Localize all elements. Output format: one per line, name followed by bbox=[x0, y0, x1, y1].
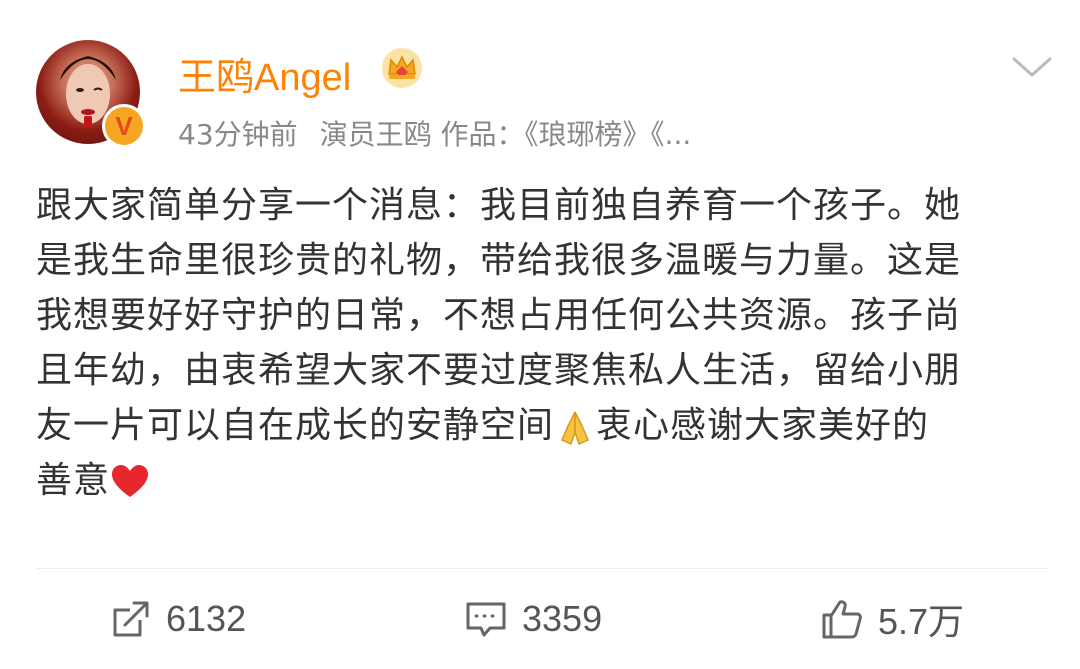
comment-button[interactable]: 3359 bbox=[464, 596, 602, 642]
chevron-down-icon[interactable] bbox=[1010, 55, 1054, 81]
comment-icon bbox=[466, 602, 506, 637]
post-line: 跟大家简单分享一个消息：我目前独自养育一个孩子。她 bbox=[36, 185, 962, 226]
username[interactable]: 王鸥Angel bbox=[178, 46, 351, 101]
divider bbox=[36, 568, 1048, 569]
red-heart-icon bbox=[112, 465, 149, 497]
post-source[interactable]: 演员王鸥 作品：《琅琊榜》《... bbox=[320, 118, 692, 151]
post-body: 跟大家简单分享一个消息：我目前独自养育一个孩子。她 是我生命里很珍贵的礼物，带给… bbox=[36, 178, 1048, 508]
like-button[interactable]: 5.7万 bbox=[820, 596, 964, 642]
post-line-segment: 友一片可以自在成长的安静空间 bbox=[36, 405, 555, 446]
post-meta: 43分钟前 演员王鸥 作品：《琅琊榜》《... bbox=[178, 113, 691, 153]
post-line: 我想要好好守护的日常，不想占用任何公共资源。孩子尚 bbox=[36, 295, 962, 336]
post-line: 是我生命里很珍贵的礼物，带给我很多温暖与力量。这是 bbox=[36, 240, 962, 281]
crown-icon bbox=[382, 48, 422, 88]
repost-icon bbox=[113, 601, 149, 637]
post-line: 且年幼，由衷希望大家不要过度聚焦私人生活，留给小朋 bbox=[36, 350, 962, 391]
comment-count: 3359 bbox=[522, 598, 603, 639]
post-line: 善意 bbox=[36, 453, 1048, 508]
folded-hands-icon bbox=[561, 411, 589, 446]
repost-button[interactable]: 6132 bbox=[110, 596, 246, 642]
repost-count: 6132 bbox=[166, 598, 247, 639]
like-count: 5.7万 bbox=[878, 601, 965, 642]
thumbs-up-icon bbox=[822, 600, 862, 639]
post-line: 友一片可以自在成长的安静空间 衷心感谢大家美好的 bbox=[36, 398, 1048, 453]
post-line-segment: 善意 bbox=[36, 460, 111, 501]
verified-v-icon: V bbox=[102, 104, 146, 148]
post-time: 43分钟前 bbox=[178, 118, 298, 151]
post-line-segment: 衷心感谢大家美好的 bbox=[596, 405, 930, 446]
